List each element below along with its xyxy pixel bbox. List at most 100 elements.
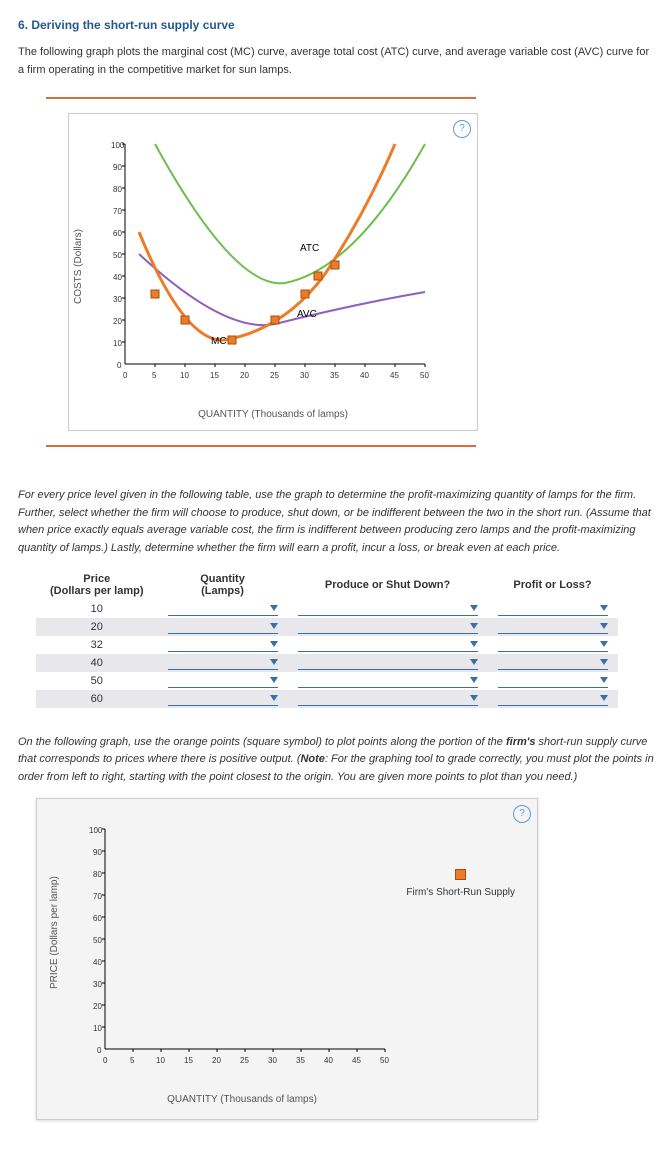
chevron-down-icon (470, 659, 478, 665)
chevron-down-icon (600, 677, 608, 683)
svg-text:20: 20 (212, 1056, 221, 1065)
svg-text:0: 0 (123, 371, 128, 380)
svg-text:10: 10 (180, 371, 189, 380)
profit-dropdown[interactable] (498, 692, 608, 706)
qty-dropdown[interactable] (168, 674, 278, 688)
price-cell: 10 (36, 600, 158, 618)
qty-dropdown[interactable] (168, 602, 278, 616)
svg-text:20: 20 (113, 317, 122, 326)
cost-curves-chart[interactable]: 100 90 80 70 60 50 40 30 20 10 0 0 5 10 … (79, 124, 449, 404)
table-instructions: For every price level given in the follo… (18, 487, 654, 557)
produce-dropdown[interactable] (298, 638, 478, 652)
table-row: 32 (36, 636, 618, 654)
chevron-down-icon (270, 605, 278, 611)
svg-text:90: 90 (93, 848, 102, 857)
chevron-down-icon (600, 623, 608, 629)
legend-label: Firm's Short-Run Supply (406, 887, 515, 898)
svg-text:60: 60 (93, 914, 102, 923)
produce-dropdown[interactable] (298, 620, 478, 634)
svg-text:50: 50 (113, 251, 122, 260)
svg-text:30: 30 (113, 295, 122, 304)
svg-text:50: 50 (380, 1056, 389, 1065)
produce-dropdown[interactable] (298, 692, 478, 706)
svg-text:30: 30 (268, 1056, 277, 1065)
th-price: Price(Dollars per lamp) (36, 570, 158, 600)
svg-text:45: 45 (352, 1056, 361, 1065)
svg-text:15: 15 (184, 1056, 193, 1065)
qty-dropdown[interactable] (168, 620, 278, 634)
svg-text:70: 70 (93, 892, 102, 901)
svg-text:100: 100 (89, 826, 103, 835)
svg-text:10: 10 (156, 1056, 165, 1065)
svg-text:45: 45 (390, 371, 399, 380)
chevron-down-icon (470, 623, 478, 629)
svg-text:15: 15 (210, 371, 219, 380)
legend-supply[interactable]: Firm's Short-Run Supply (406, 869, 515, 898)
chevron-down-icon (270, 659, 278, 665)
mc-curve (139, 144, 395, 340)
svg-text:0: 0 (97, 1046, 102, 1055)
produce-dropdown[interactable] (298, 602, 478, 616)
svg-text:10: 10 (93, 1024, 102, 1033)
chart2-panel: ? Firm's Short-Run Supply 100 90 80 70 6… (36, 798, 538, 1120)
qty-dropdown[interactable] (168, 638, 278, 652)
chevron-down-icon (470, 641, 478, 647)
input-table: Price(Dollars per lamp) Quantity(Lamps) … (36, 570, 618, 708)
table-row: 50 (36, 672, 618, 690)
supply-chart[interactable]: 100 90 80 70 60 50 40 30 20 10 0 0 5 10 … (65, 809, 405, 1089)
svg-text:90: 90 (113, 163, 122, 172)
price-cell: 40 (36, 654, 158, 672)
help-icon[interactable]: ? (453, 120, 471, 138)
th-produce: Produce or Shut Down? (288, 570, 488, 600)
svg-text:30: 30 (300, 371, 309, 380)
profit-dropdown[interactable] (498, 620, 608, 634)
produce-dropdown[interactable] (298, 656, 478, 670)
th-profit: Profit or Loss? (488, 570, 618, 600)
svg-text:5: 5 (130, 1056, 135, 1065)
svg-text:50: 50 (420, 371, 429, 380)
svg-text:25: 25 (270, 371, 279, 380)
help-icon[interactable]: ? (513, 805, 531, 823)
qty-dropdown[interactable] (168, 692, 278, 706)
table-row: 10 (36, 600, 618, 618)
chevron-down-icon (270, 641, 278, 647)
profit-dropdown[interactable] (498, 638, 608, 652)
chevron-down-icon (270, 623, 278, 629)
svg-text:40: 40 (113, 273, 122, 282)
svg-text:0: 0 (103, 1056, 108, 1065)
atc-label: ATC (300, 243, 319, 254)
chart1-xlabel: QUANTITY (Thousands of lamps) (79, 409, 467, 420)
svg-text:50: 50 (93, 936, 102, 945)
chevron-down-icon (600, 641, 608, 647)
svg-text:80: 80 (113, 185, 122, 194)
square-icon (455, 869, 466, 880)
produce-dropdown[interactable] (298, 674, 478, 688)
chevron-down-icon (600, 695, 608, 701)
svg-text:35: 35 (330, 371, 339, 380)
table-row: 60 (36, 690, 618, 708)
table-row: 40 (36, 654, 618, 672)
chart1-panel: ? 100 90 80 70 60 50 40 30 20 10 0 (46, 97, 476, 447)
chevron-down-icon (600, 605, 608, 611)
profit-dropdown[interactable] (498, 602, 608, 616)
mc-label: MC (211, 336, 227, 347)
chart2-ylabel: PRICE (Dollars per lamp) (49, 877, 60, 990)
price-cell: 60 (36, 690, 158, 708)
svg-text:40: 40 (93, 958, 102, 967)
th-qty: Quantity(Lamps) (158, 570, 288, 600)
intro-text: The following graph plots the marginal c… (18, 44, 654, 79)
chevron-down-icon (270, 695, 278, 701)
svg-text:40: 40 (324, 1056, 333, 1065)
chart1-ylabel: COSTS (Dollars) (73, 229, 84, 304)
price-cell: 50 (36, 672, 158, 690)
svg-text:35: 35 (296, 1056, 305, 1065)
chevron-down-icon (470, 695, 478, 701)
table-row: 20 (36, 618, 618, 636)
qty-dropdown[interactable] (168, 656, 278, 670)
profit-dropdown[interactable] (498, 674, 608, 688)
svg-text:20: 20 (93, 1002, 102, 1011)
svg-text:70: 70 (113, 207, 122, 216)
svg-text:80: 80 (93, 870, 102, 879)
profit-dropdown[interactable] (498, 656, 608, 670)
chevron-down-icon (270, 677, 278, 683)
